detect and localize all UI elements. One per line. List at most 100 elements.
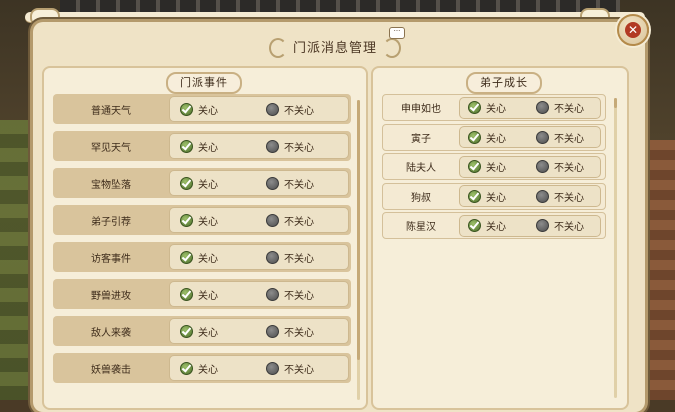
care-option-label: 关心	[486, 192, 506, 204]
green-check-radio-icon[interactable]	[180, 250, 193, 264]
care-options: 关心 不关心	[169, 96, 349, 122]
chat-bubble-icon[interactable]: ···	[389, 27, 405, 39]
no-care-option[interactable]: 不关心	[528, 100, 596, 115]
care-option-label: 关心	[198, 216, 218, 228]
gray-radio-icon[interactable]	[266, 250, 279, 264]
title-ornament-right	[383, 38, 401, 58]
care-option-label: 关心	[486, 133, 506, 145]
setting-row-label: 寅子	[411, 133, 431, 145]
care-option[interactable]: 关心	[460, 130, 528, 145]
sect-events-scrollbar[interactable]	[357, 100, 360, 400]
care-options: 关心 不关心	[169, 355, 349, 381]
gray-radio-icon[interactable]	[266, 176, 279, 190]
no-care-option[interactable]: 不关心	[256, 139, 342, 154]
disciple-growth-panel: 弟子成长 申申如也 关心 不关心 寅子 关心 不关心 陆夫人 关心 不关心 狗叔 关心 不关心 陈星汉关…	[371, 66, 629, 410]
no-care-option[interactable]: 不关心	[528, 218, 596, 233]
green-check-radio-icon[interactable]	[468, 219, 481, 232]
gray-radio-icon[interactable]	[536, 130, 549, 144]
no-care-option-label: 不关心	[554, 133, 584, 145]
care-options: 关心 不关心	[459, 96, 601, 119]
gray-radio-icon[interactable]	[536, 219, 549, 232]
gray-radio-icon[interactable]	[266, 287, 279, 301]
care-options: 关心 不关心	[169, 281, 349, 307]
setting-row-label: 弟子引荐	[91, 216, 131, 228]
green-check-radio-icon[interactable]	[180, 287, 193, 301]
gray-radio-icon[interactable]	[266, 139, 279, 153]
no-care-option[interactable]: 不关心	[528, 189, 596, 204]
setting-row: 普通天气 关心 不关心	[53, 94, 351, 124]
disciple-growth-scroll-thumb[interactable]	[614, 98, 617, 108]
gray-radio-icon[interactable]	[266, 361, 279, 375]
care-option[interactable]: 关心	[460, 159, 528, 174]
sect-events-scroll-thumb[interactable]	[357, 100, 360, 360]
no-care-option[interactable]: 不关心	[256, 176, 342, 191]
no-care-option[interactable]: 不关心	[528, 159, 596, 174]
green-check-radio-icon[interactable]	[180, 102, 193, 116]
setting-row-label: 狗叔	[411, 192, 431, 204]
care-option[interactable]: 关心	[170, 176, 256, 191]
no-care-option-label: 不关心	[554, 192, 584, 204]
setting-row: 罕见天气 关心 不关心	[53, 131, 351, 161]
no-care-option[interactable]: 不关心	[256, 213, 342, 228]
background-building	[640, 140, 675, 400]
gray-radio-icon[interactable]	[266, 324, 279, 338]
dialog-title: 门派消息管理	[292, 40, 377, 56]
setting-row: 妖兽袭击 关心 不关心	[53, 353, 351, 383]
care-option[interactable]: 关心	[170, 139, 256, 154]
green-check-radio-icon[interactable]	[468, 130, 481, 144]
no-care-option[interactable]: 不关心	[528, 130, 596, 145]
green-check-radio-icon[interactable]	[468, 160, 481, 173]
setting-row-label: 敌人来袭	[91, 327, 131, 339]
green-check-radio-icon[interactable]	[468, 189, 481, 203]
care-option[interactable]: 关心	[170, 250, 256, 265]
care-option[interactable]: 关心	[170, 287, 256, 302]
no-care-option[interactable]: 不关心	[256, 102, 342, 117]
no-care-option-label: 不关心	[284, 327, 314, 339]
care-option[interactable]: 关心	[170, 361, 256, 376]
no-care-option[interactable]: 不关心	[256, 361, 342, 376]
disciple-growth-scrollbar[interactable]	[614, 98, 617, 398]
gray-radio-icon[interactable]	[536, 101, 549, 114]
gray-radio-icon[interactable]	[536, 189, 549, 203]
care-option-label: 关心	[198, 290, 218, 302]
no-care-option-label: 不关心	[284, 105, 314, 117]
care-options: 关心 不关心	[459, 155, 601, 178]
setting-row-label: 申申如也	[401, 104, 441, 115]
green-check-radio-icon[interactable]	[180, 139, 193, 153]
care-options: 关心 不关心	[459, 214, 601, 237]
care-option[interactable]: 关心	[460, 189, 528, 204]
setting-row-label: 普通天气	[91, 105, 131, 117]
no-care-option-label: 不关心	[284, 290, 314, 302]
care-option[interactable]: 关心	[170, 213, 256, 228]
setting-row-label: 罕见天气	[91, 142, 131, 154]
care-option[interactable]: 关心	[170, 324, 256, 339]
setting-row: 寅子 关心 不关心	[382, 123, 606, 151]
care-option[interactable]: 关心	[170, 102, 256, 117]
setting-row: 弟子引荐 关心 不关心	[53, 205, 351, 235]
gray-radio-icon[interactable]	[266, 102, 279, 116]
setting-row: 陆夫人 关心 不关心	[382, 153, 606, 180]
care-option[interactable]: 关心	[460, 218, 528, 233]
care-option-label: 关心	[198, 364, 218, 376]
close-button[interactable]: ✕	[617, 14, 649, 46]
care-option-label: 关心	[198, 105, 218, 117]
title-ornament-left	[269, 38, 287, 58]
no-care-option[interactable]: 不关心	[256, 250, 342, 265]
setting-row: 宝物坠落 关心 不关心	[53, 168, 351, 198]
setting-row: 野兽进攻 关心 不关心	[53, 279, 351, 309]
care-options: 关心 不关心	[459, 126, 601, 148]
care-option-label: 关心	[198, 179, 218, 191]
no-care-option[interactable]: 不关心	[256, 287, 342, 302]
no-care-option[interactable]: 不关心	[256, 324, 342, 339]
disciple-growth-header: 弟子成长	[466, 72, 542, 94]
green-check-radio-icon[interactable]	[180, 324, 193, 338]
green-check-radio-icon[interactable]	[180, 361, 193, 375]
green-check-radio-icon[interactable]	[468, 101, 481, 114]
gray-radio-icon[interactable]	[266, 213, 279, 227]
gray-radio-icon[interactable]	[536, 160, 549, 173]
setting-row: 陈星汉 关心 不关心	[382, 212, 606, 239]
care-option[interactable]: 关心	[460, 100, 528, 115]
green-check-radio-icon[interactable]	[180, 213, 193, 227]
care-option-label: 关心	[198, 142, 218, 154]
green-check-radio-icon[interactable]	[180, 176, 193, 190]
